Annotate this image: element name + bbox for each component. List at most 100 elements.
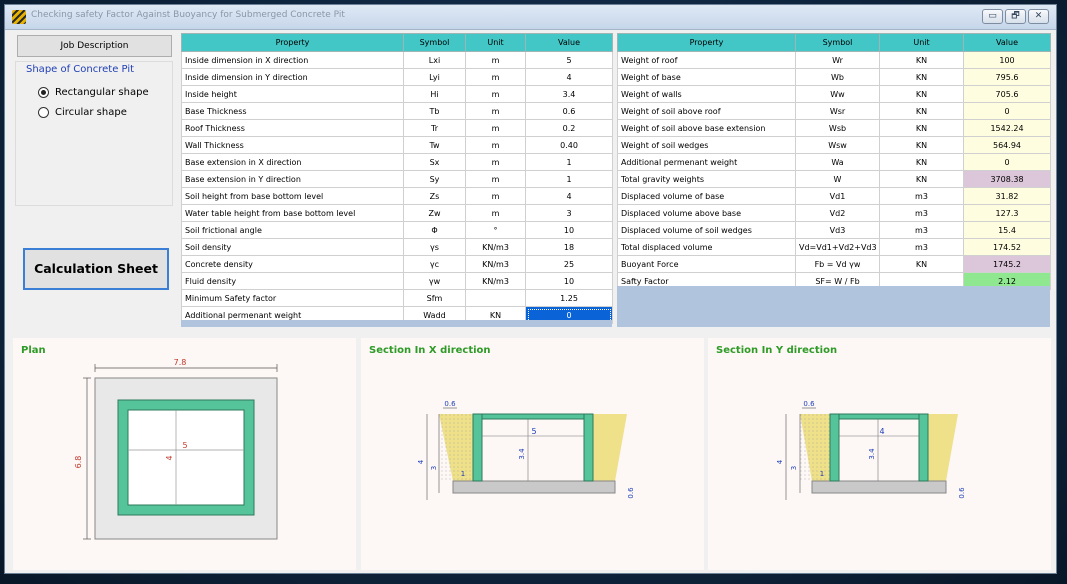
table-row: Minimum Safety factor Sfm 1.25 [181, 289, 613, 307]
cell-value-input[interactable]: 5 [525, 51, 613, 69]
section-roof [481, 413, 585, 420]
table-row: Weight of base Wb KN 795.6 [617, 68, 1051, 86]
calculation-sheet-button[interactable]: Calculation Sheet [23, 248, 169, 290]
header-property: Property [181, 33, 404, 52]
table-row: Additional permenant weight Wa KN 0 [617, 153, 1051, 171]
table-row: Inside height Hi m 3.4 [181, 85, 613, 103]
radio-circular[interactable]: Circular shape [38, 104, 127, 120]
radio-label: Rectangular shape [55, 86, 149, 98]
job-description-button[interactable]: Job Description [17, 35, 172, 57]
cell-unit: ° [465, 221, 526, 239]
section-wall-right [583, 413, 594, 482]
cell-property: Displaced volume of soil wedges [617, 221, 796, 239]
cell-unit: KN [879, 102, 964, 120]
slope-label: 0.6 [444, 400, 456, 408]
cell-property: Buoyant Force [617, 255, 796, 273]
cell-symbol: Vd2 [795, 204, 880, 222]
cell-symbol: Tw [403, 136, 466, 154]
cell-unit [465, 289, 526, 307]
cell-unit: KN [879, 68, 964, 86]
water-height-label: 3 [790, 466, 798, 470]
table-row: Total gravity weights W KN 3708.38 [617, 170, 1051, 188]
cell-value-input[interactable]: 4 [525, 187, 613, 205]
cell-property: Base Thickness [181, 102, 404, 120]
inside-width-label: 4 [879, 427, 884, 436]
cell-unit: KN [879, 170, 964, 188]
cell-value-input[interactable]: 18 [525, 238, 613, 256]
table-row: Weight of soil above base extension Wsb KN… [617, 119, 1051, 137]
radio-rectangular[interactable]: Rectangular shape [38, 84, 149, 100]
cell-symbol: Zs [403, 187, 466, 205]
cell-unit: KN/m3 [465, 272, 526, 290]
inside-height-label: 3.4 [518, 448, 526, 460]
minimize-button[interactable]: ▭ [982, 9, 1003, 24]
header-unit: Unit [879, 33, 964, 52]
cell-value-input[interactable]: 10 [525, 221, 613, 239]
header-symbol: Symbol [795, 33, 880, 52]
cell-value: 1745.2 [963, 255, 1051, 273]
section-wall-left [472, 413, 483, 482]
cell-symbol: Hi [403, 85, 466, 103]
base-thickness-label: 0.6 [627, 487, 635, 499]
header-property: Property [617, 33, 796, 52]
cell-value-input[interactable]: 1 [525, 153, 613, 171]
cell-symbol: W [795, 170, 880, 188]
cell-value: 795.6 [963, 68, 1051, 86]
cell-symbol: Ww [795, 85, 880, 103]
cell-value-input[interactable]: 0.6 [525, 102, 613, 120]
cell-unit: m [465, 102, 526, 120]
extension-label: 1 [820, 470, 824, 478]
cell-value-input[interactable]: 10 [525, 272, 613, 290]
cell-value-input[interactable]: 0.40 [525, 136, 613, 154]
soil-height-label: 4 [417, 459, 425, 464]
table-row: Soil frictional angle Φ ° 10 [181, 221, 613, 239]
cell-property: Weight of base [617, 68, 796, 86]
cell-symbol: Wa [795, 153, 880, 171]
cell-unit: m [465, 187, 526, 205]
window-title: Checking safety Factor Against Buoyancy … [31, 10, 345, 20]
extension-label: 1 [461, 470, 465, 478]
cell-unit: KN [879, 136, 964, 154]
cell-unit: m3 [879, 204, 964, 222]
cell-unit: m [465, 119, 526, 137]
plan-inner-x-label: 5 [182, 441, 187, 450]
section-roof [838, 413, 920, 420]
close-button[interactable]: ✕ [1028, 9, 1049, 24]
cell-value-input[interactable]: 0.2 [525, 119, 613, 137]
table-header: Property Symbol Unit Value [181, 33, 613, 52]
table-row: Total displaced volume Vd=Vd1+Vd2+Vd3 m3 17… [617, 238, 1051, 256]
cell-value-input[interactable]: 1.25 [525, 289, 613, 307]
radio-button[interactable] [38, 86, 49, 98]
cell-property: Weight of roof [617, 51, 796, 69]
cell-value: 564.94 [963, 136, 1051, 154]
section-wall-right [918, 413, 929, 482]
cell-unit: KN [879, 119, 964, 137]
cell-value-input[interactable]: 25 [525, 255, 613, 273]
cell-value-input[interactable]: 3 [525, 204, 613, 222]
app-icon [12, 10, 26, 24]
cell-value: 174.52 [963, 238, 1051, 256]
radio-button[interactable] [38, 106, 49, 118]
cell-unit: KN [879, 85, 964, 103]
cell-value-input[interactable]: 4 [525, 68, 613, 86]
inside-width-label: 5 [531, 427, 536, 436]
cell-unit: m [465, 68, 526, 86]
cell-property: Minimum Safety factor [181, 289, 404, 307]
cell-symbol: Φ [403, 221, 466, 239]
table-row: Fluid density γw KN/m3 10 [181, 272, 613, 290]
cell-unit: m3 [879, 221, 964, 239]
slope-label: 0.6 [803, 400, 815, 408]
cell-value-input[interactable]: 1 [525, 170, 613, 188]
section-y-panel: Section In Y direction 0.6 4 3.4 4 3 1 0… [708, 338, 1051, 570]
cell-symbol: Zw [403, 204, 466, 222]
cell-value: 3708.38 [963, 170, 1051, 188]
cell-symbol: Lyi [403, 68, 466, 86]
cell-value-input[interactable]: 3.4 [525, 85, 613, 103]
maximize-button[interactable]: 🗗 [1005, 9, 1026, 24]
radio-label: Circular shape [55, 106, 127, 118]
cell-property: Inside height [181, 85, 404, 103]
cell-value: 127.3 [963, 204, 1051, 222]
cell-symbol: Vd1 [795, 187, 880, 205]
input-table: Property Symbol Unit Value Inside dimens… [181, 33, 613, 324]
cell-symbol: Wsr [795, 102, 880, 120]
